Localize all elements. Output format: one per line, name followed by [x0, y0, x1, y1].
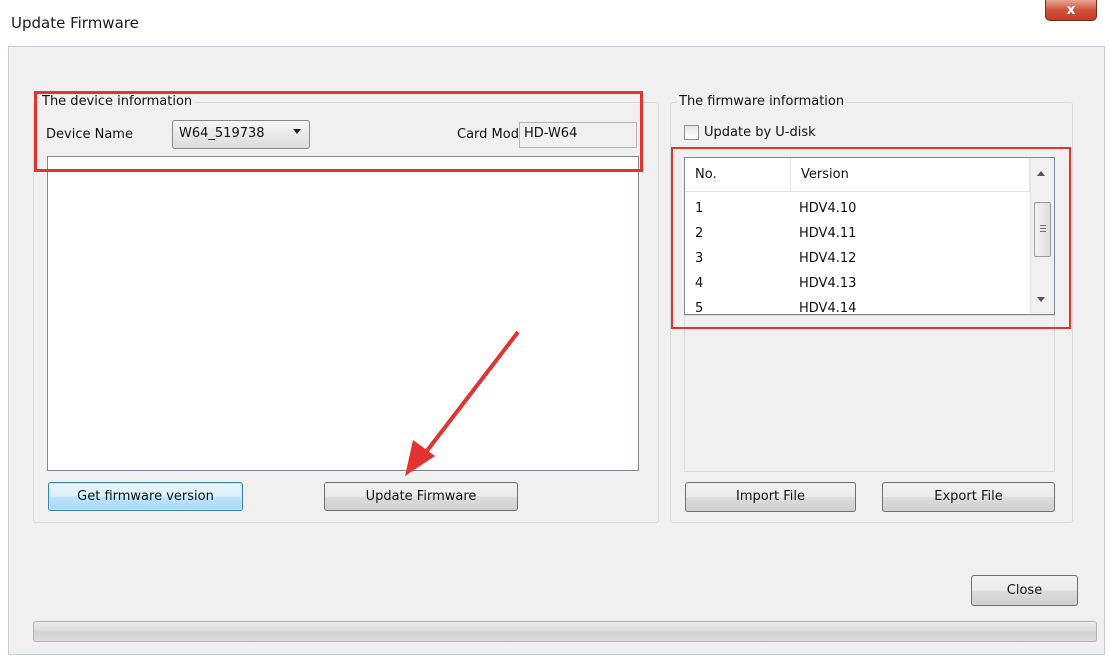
- update-firmware-window: Update Firmware x The device information…: [0, 0, 1109, 659]
- firmware-detail-area: [684, 315, 1055, 472]
- update-progress-bar: [33, 621, 1097, 642]
- device-info-annotation-box: [34, 91, 643, 172]
- close-button[interactable]: Close: [971, 575, 1078, 606]
- update-by-udisk-checkbox[interactable]: [684, 125, 699, 140]
- update-by-udisk-label: Update by U-disk: [704, 125, 816, 140]
- import-file-button[interactable]: Import File: [685, 482, 856, 512]
- update-firmware-button[interactable]: Update Firmware: [324, 482, 518, 511]
- window-title: Update Firmware: [11, 14, 139, 32]
- window-close-icon[interactable]: x: [1045, 0, 1097, 21]
- get-firmware-version-button[interactable]: Get firmware version: [48, 482, 243, 511]
- title-bar: Update Firmware x: [0, 0, 1109, 46]
- device-log-area[interactable]: [47, 156, 639, 471]
- firmware-list-annotation-box: [671, 147, 1071, 329]
- export-file-button[interactable]: Export File: [882, 482, 1055, 512]
- firmware-info-group-title: The firmware information: [677, 94, 847, 109]
